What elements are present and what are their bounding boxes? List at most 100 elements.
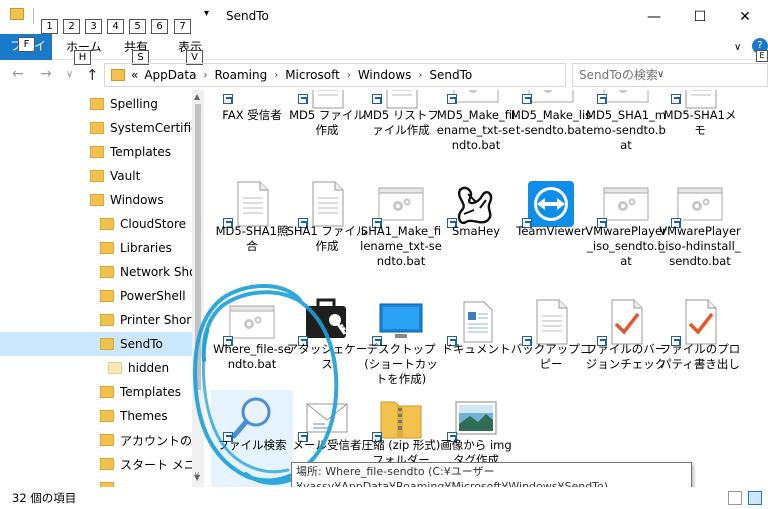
document-icon [228, 180, 276, 228]
file-item[interactable]: アタッシェケース [286, 294, 368, 392]
chevron-down-icon[interactable]: ∨ [734, 42, 741, 53]
nav-scrollbar[interactable]: ▲ ▼ [192, 90, 204, 487]
tree-item[interactable]: Printer Shortcu [0, 308, 194, 332]
folder-icon [100, 290, 114, 302]
details-view-icon[interactable] [728, 491, 742, 505]
forward-arrow-icon[interactable]: → [40, 66, 52, 82]
search-input[interactable] [579, 65, 759, 85]
tree-item[interactable]: Themes [0, 404, 194, 428]
chevron-right-icon[interactable]: › [274, 70, 278, 81]
tree-item[interactable]: Spelling [0, 92, 194, 116]
file-item[interactable]: バックアップコピー [510, 294, 592, 392]
tree-item[interactable] [0, 476, 194, 487]
tree-item[interactable]: SystemCertificat [0, 116, 194, 140]
fax-icon [228, 90, 276, 110]
close-button[interactable]: ✕ [722, 4, 768, 30]
back-arrow-icon[interactable]: ← [12, 66, 24, 82]
file-item[interactable]: SmaHey [435, 176, 517, 274]
file-item[interactable]: デスクトップ (ショートカットを作成) [360, 294, 442, 392]
shortcut-arrow-icon [223, 94, 233, 104]
tab-file[interactable]: ファイル F [0, 34, 52, 77]
file-item[interactable]: SHA1 ファイル作成 [286, 176, 368, 274]
tree-item[interactable]: Network Short [0, 260, 194, 284]
navigation-pane: Spelling SystemCertificat Templates Vault Wi… [0, 90, 194, 487]
file-item[interactable]: VMwarePlayer_iso_sendto.bat [585, 176, 667, 274]
ribbon-tabs: ファイル F ホーム H 共有 S 表示 V ∨ ? E [0, 34, 768, 77]
tree-item[interactable]: hidden [0, 356, 194, 380]
folder-icon [100, 410, 114, 422]
status-bar: 32 個の項目 [0, 487, 768, 509]
large-icons-view-icon[interactable] [748, 491, 762, 505]
tree-item[interactable]: CloudStore [0, 212, 194, 236]
scroll-down-icon[interactable]: ∨ [194, 470, 200, 479]
tree-item-label: PowerShell [120, 289, 186, 303]
document-icon [303, 90, 351, 110]
tab-share[interactable]: 共有 S [124, 38, 149, 65]
up-arrow-icon[interactable]: ↑ [86, 66, 99, 84]
file-item[interactable]: FAX 受信者 [211, 90, 293, 160]
batch-file-icon [602, 180, 650, 228]
tree-item[interactable]: Libraries [0, 236, 194, 260]
tree-item-label: Libraries [120, 241, 172, 255]
file-item[interactable]: ファイル検索 [211, 390, 293, 487]
file-item[interactable]: MD5-SHA1照合 [211, 176, 293, 274]
folder-icon [90, 194, 104, 206]
batch-file-icon [228, 298, 276, 346]
chevron-right-icon[interactable]: › [203, 70, 207, 81]
file-item[interactable]: Where_file-sendto.bat [211, 294, 293, 392]
tree-item-label: Printer Shortcu [120, 313, 194, 327]
scroll-up-icon[interactable]: ▲ [194, 92, 200, 101]
breadcrumb-item[interactable]: AppData [144, 68, 196, 82]
documents-icon [452, 298, 500, 346]
file-item[interactable]: MD5 ファイル作成 [286, 90, 368, 160]
tab-home[interactable]: ホーム H [66, 38, 102, 65]
batch-file-icon [527, 90, 575, 110]
tree-item[interactable]: アカウントの画像 [0, 428, 194, 452]
file-item-label: アタッシェケース [286, 342, 368, 371]
breadcrumb-item[interactable]: Windows [358, 68, 412, 82]
tree-item[interactable]: Windows [0, 188, 194, 212]
breadcrumb-item[interactable]: Roaming [214, 68, 267, 82]
teamviewer-icon [527, 180, 575, 228]
checkmark-document-icon [676, 298, 724, 346]
file-item[interactable]: ファイルのバージョンチェック [585, 294, 667, 392]
file-item-label: MD5 ファイル作成 [289, 108, 365, 137]
maximize-button[interactable]: ☐ [677, 4, 723, 30]
tab-view[interactable]: 表示 V [178, 38, 203, 65]
search-box[interactable] [572, 63, 768, 87]
chevron-right-icon[interactable]: › [347, 70, 351, 81]
file-item[interactable]: MD5_Make_list-sendto.bat [510, 90, 592, 160]
file-item[interactable]: TeamViewer [510, 176, 592, 274]
file-item[interactable]: MD5_SHA1_memo-sendto.bat [585, 90, 667, 160]
breadcrumb-item[interactable]: Microsoft [285, 68, 340, 82]
access-key-badge: 5 [129, 19, 146, 34]
tree-item[interactable]: PowerShell [0, 284, 194, 308]
tree-item[interactable]: Templates [0, 380, 194, 404]
window-title: SendTo [226, 9, 269, 23]
file-item[interactable]: VMwarePlayer_iso-hdinstall_sendto.bat [659, 176, 741, 274]
tree-item[interactable]: SendTo [0, 332, 194, 356]
file-item[interactable]: ドキュメント [435, 294, 517, 392]
chevron-down-icon[interactable]: ▾ [204, 8, 209, 19]
file-item[interactable]: MD5_Make_filename_txt-sendto.bat [435, 90, 517, 160]
file-item-label: MD5_Make_list-sendto.bat [510, 108, 592, 137]
shortcut-arrow-icon [447, 94, 457, 104]
shortcut-arrow-icon [298, 94, 308, 104]
scrollbar-thumb[interactable] [195, 104, 201, 390]
file-item[interactable]: ファイルのプロパティ書き出し [659, 294, 741, 392]
address-bar[interactable]: « AppData › Roaming › Microsoft › Windows › Send… [104, 63, 664, 87]
tree-item[interactable]: Vault [0, 164, 194, 188]
folder-icon [108, 362, 122, 374]
chevron-down-icon[interactable]: ∨ [66, 69, 73, 80]
file-item[interactable]: MD5-SHA1メモ [659, 90, 741, 160]
chevron-right-icon[interactable]: › [418, 70, 422, 81]
minimize-button[interactable]: — [631, 4, 677, 30]
file-item[interactable]: MD5 リストファイル作成 [360, 90, 442, 160]
folder-icon [100, 434, 114, 446]
overflow-chevron-icon[interactable]: « [131, 68, 138, 82]
tree-item[interactable]: スタート メニュー [0, 452, 194, 476]
file-item[interactable]: SHA1_Make_filename_txt-sendto.bat [360, 176, 442, 274]
folder-icon [100, 266, 114, 278]
breadcrumb-item[interactable]: SendTo [429, 68, 472, 82]
tree-item[interactable]: Templates [0, 140, 194, 164]
